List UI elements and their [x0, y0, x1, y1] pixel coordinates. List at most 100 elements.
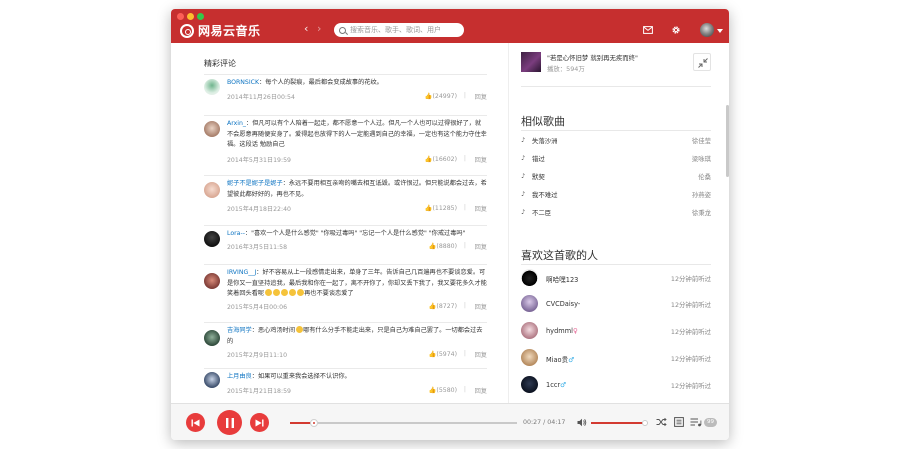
reply-button[interactable]: 回复 — [475, 386, 487, 395]
commenter-avatar[interactable] — [204, 273, 220, 289]
pause-button[interactable] — [217, 410, 242, 435]
settings-gear-icon[interactable] — [671, 25, 681, 35]
commenter-avatar[interactable] — [204, 79, 220, 95]
comment-body: 吉海同学：恶心鸡汤时间 哪有什么分手不能走出来，只是自己为难自己罢了。一切都会过去… — [227, 326, 483, 345]
scrollbar-thumb[interactable] — [726, 105, 729, 177]
commenter-name[interactable]: 上月由良 — [227, 373, 252, 380]
commenter-name[interactable]: 妮子不是妮子是妮子 — [227, 180, 283, 187]
collapse-button[interactable] — [693, 53, 711, 71]
reply-button[interactable]: 回复 — [475, 242, 487, 251]
minimize-window-button[interactable] — [187, 13, 194, 20]
commenter-avatar[interactable] — [204, 182, 220, 198]
mail-icon[interactable] — [643, 25, 653, 35]
liker-avatar[interactable] — [521, 322, 538, 339]
song-title[interactable]: "若是心怀旧梦 就别再无疾而终" — [547, 53, 638, 62]
commenter-name[interactable]: Lora-- — [227, 230, 245, 237]
music-note-icon: ♪ — [521, 136, 526, 144]
back-arrow-icon[interactable]: ‹ — [304, 23, 308, 34]
playlist-icon[interactable] — [690, 417, 702, 427]
liker-time: 12分钟前听过 — [670, 301, 711, 309]
commenter-avatar[interactable] — [204, 231, 220, 247]
liker-row[interactable]: 啊哈嘿123 12分钟前听过 — [521, 269, 711, 289]
commenter-avatar[interactable] — [204, 372, 220, 388]
comment-meta: 2015年4月18日22:40 👍(11285) | 回复 — [227, 204, 487, 214]
commenter-name[interactable]: Arxin_ — [227, 120, 246, 127]
like-button[interactable]: 👍(11285) — [425, 204, 457, 212]
like-button[interactable]: 👍(8727) — [429, 302, 457, 310]
like-button[interactable]: 👍(24997) — [425, 92, 457, 100]
similar-song-artist[interactable]: 梁咏琪 — [692, 154, 711, 163]
liker-name-text: hydmml — [546, 327, 573, 335]
similar-song-artist[interactable]: 徐秉龙 — [692, 208, 711, 217]
reply-button[interactable]: 回复 — [475, 155, 487, 164]
next-button[interactable] — [250, 413, 269, 432]
reply-button[interactable]: 回复 — [475, 92, 487, 101]
section-divider — [521, 130, 711, 131]
reply-button[interactable]: 回复 — [475, 350, 487, 359]
commenter-name[interactable]: IRVING__J — [227, 269, 256, 276]
reply-button[interactable]: 回复 — [475, 302, 487, 311]
forward-arrow-icon[interactable]: › — [317, 23, 321, 34]
similar-song-name: 默契 — [532, 173, 545, 181]
reply-button[interactable]: 回复 — [475, 204, 487, 213]
liker-row[interactable]: hydmml♀ 12分钟前听过 — [521, 322, 711, 342]
liker-avatar[interactable] — [521, 295, 538, 312]
commenter-name[interactable]: BORNSICK — [227, 79, 259, 86]
comment-date: 2015年5月4日00:06 — [227, 304, 288, 311]
queue-count-badge[interactable]: 99 — [704, 418, 717, 427]
liker-name[interactable]: 啊哈嘿123 — [546, 274, 578, 284]
volume-slider[interactable] — [591, 420, 649, 426]
shuffle-icon[interactable] — [656, 417, 667, 427]
similar-song-row[interactable]: ♪ 失落沙洲 徐佳莹 — [521, 136, 711, 148]
similar-song-row[interactable]: ♪ 不二臣 徐秉龙 — [521, 208, 711, 220]
similar-songs-title: 相似歌曲 — [521, 115, 565, 128]
like-button[interactable]: 👍(5580) — [429, 386, 457, 394]
similar-song-row[interactable]: ♪ 默契 伦桑 — [521, 172, 711, 184]
close-window-button[interactable] — [177, 13, 184, 20]
commenter-avatar[interactable] — [204, 121, 220, 137]
liker-row[interactable]: CVCDaisy- 12分钟前听过 — [521, 295, 711, 315]
song-cover[interactable] — [521, 52, 541, 72]
liker-avatar[interactable] — [521, 349, 538, 366]
like-count: (16602) — [432, 156, 457, 163]
liker-name[interactable]: Miao贵♂ — [546, 354, 574, 364]
comment-text: 每个人的裂痕，最后都会变成故事的花纹。 — [265, 79, 383, 86]
comment-date: 2016年3月5日11:58 — [227, 244, 288, 251]
similar-song-artist[interactable]: 徐佳莹 — [692, 136, 711, 145]
comment-text: 恶心鸡汤时间 — [257, 327, 296, 334]
liker-name[interactable]: CVCDaisy- — [546, 300, 580, 308]
similar-song-name: 我不难过 — [532, 191, 558, 199]
liker-avatar[interactable] — [521, 269, 538, 286]
zoom-window-button[interactable] — [197, 13, 204, 20]
like-count: (5974) — [436, 351, 457, 358]
meta-separator: | — [463, 350, 466, 357]
progress-slider[interactable] — [290, 419, 517, 427]
similar-song-artist[interactable]: 伦桑 — [698, 172, 711, 181]
volume-knob[interactable] — [642, 420, 649, 426]
like-button[interactable]: 👍(5974) — [429, 350, 457, 358]
like-button[interactable]: 👍(16602) — [425, 155, 457, 163]
search-input[interactable]: 搜索音乐、歌手、歌词、用户 — [334, 23, 464, 37]
emoji-icon — [296, 289, 304, 296]
volume-icon[interactable] — [577, 418, 587, 427]
like-count: (24997) — [432, 93, 457, 100]
liker-row[interactable]: 1ccr♂ 12分钟前听过 — [521, 376, 711, 396]
previous-button[interactable] — [186, 413, 205, 432]
comment-meta: 2016年3月5日11:58 👍(8880) | 回复 — [227, 242, 487, 252]
liker-row[interactable]: Miao贵♂ 12分钟前听过 — [521, 349, 711, 369]
liker-avatar[interactable] — [521, 376, 538, 393]
commenter-name[interactable]: 吉海同学 — [227, 327, 252, 334]
caret-down-icon[interactable] — [717, 29, 723, 33]
user-avatar[interactable] — [700, 23, 714, 37]
similar-song-row[interactable]: ♪ 我不难过 孙燕姿 — [521, 190, 711, 202]
commenter-avatar[interactable] — [204, 330, 220, 346]
progress-knob[interactable] — [309, 419, 318, 427]
similar-song-row[interactable]: ♪ 错过 梁咏琪 — [521, 154, 711, 166]
app-logo[interactable]: 网易云音乐 — [180, 22, 261, 39]
liker-name[interactable]: 1ccr♂ — [546, 381, 566, 389]
like-button[interactable]: 👍(8880) — [429, 242, 457, 250]
liker-name[interactable]: hydmml♀ — [546, 327, 578, 335]
title-bar: 网易云音乐 ‹ › 搜索音乐、歌手、歌词、用户 — [171, 9, 729, 43]
lyrics-icon[interactable] — [674, 417, 684, 427]
similar-song-artist[interactable]: 孙燕姿 — [692, 190, 711, 199]
